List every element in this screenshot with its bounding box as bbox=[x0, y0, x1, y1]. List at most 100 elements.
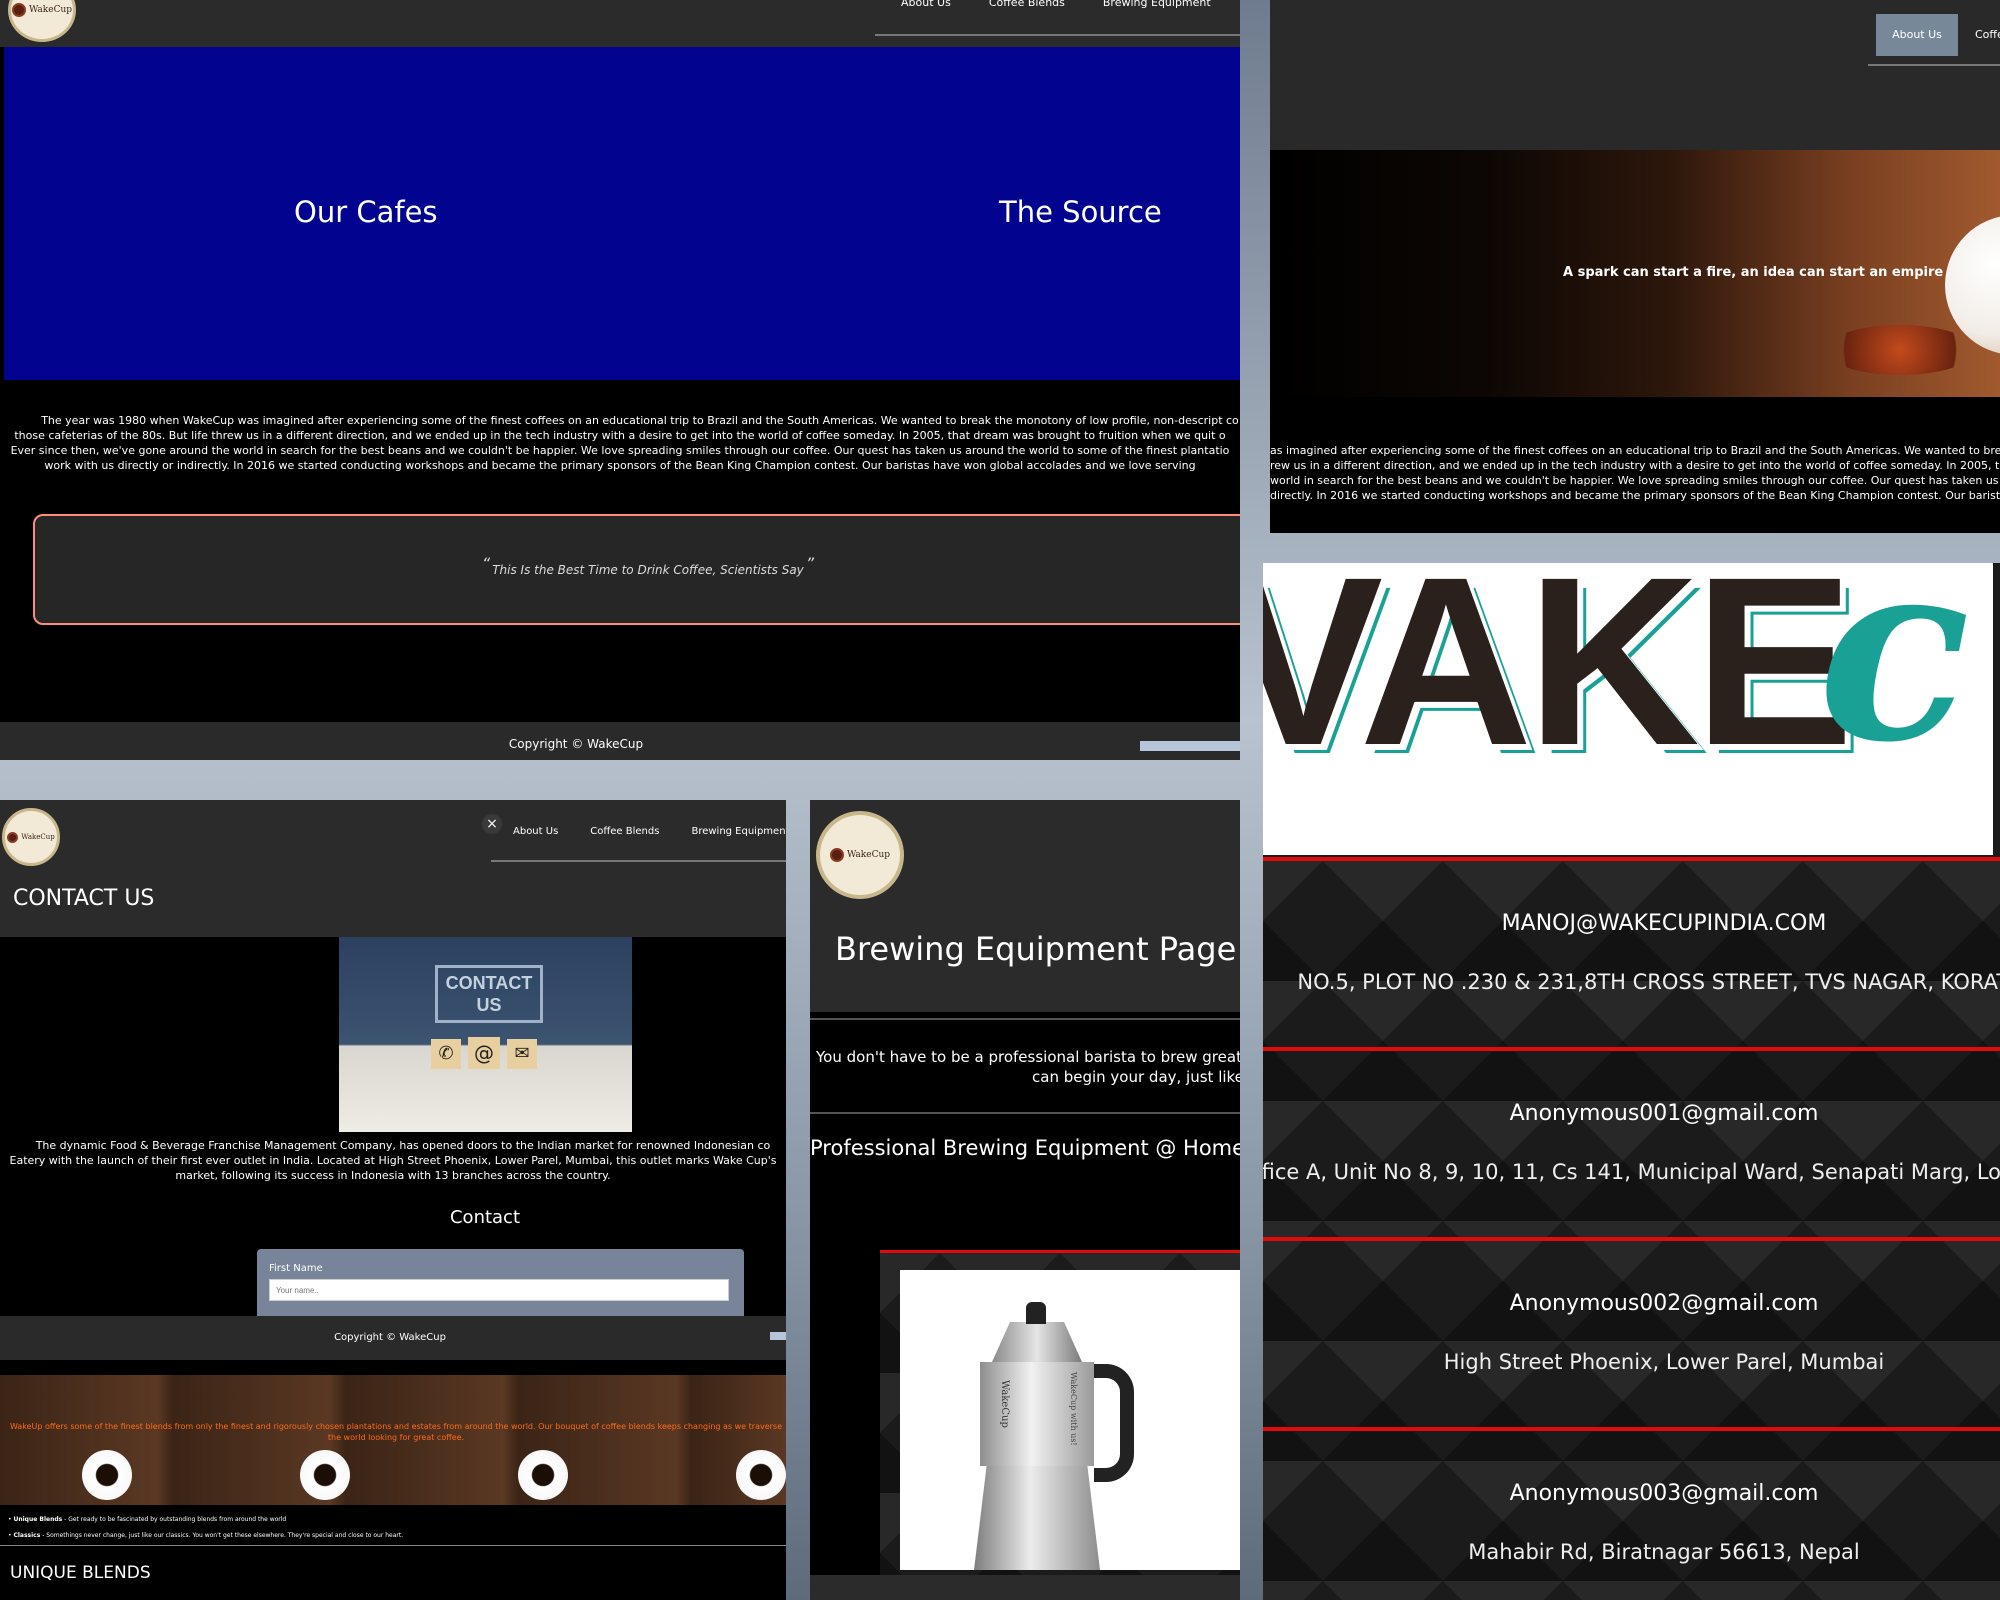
story-text: The year was 1980 when WakeCup was imagi… bbox=[0, 413, 1240, 473]
coffee-cup-icon bbox=[736, 1450, 786, 1500]
wakecup-logo[interactable]: WakeCup bbox=[816, 811, 904, 899]
quote-box: “ This Is the Best Time to Drink Coffee,… bbox=[33, 514, 1240, 625]
brand-wordmark: VAKE bbox=[1263, 563, 1854, 795]
moka-pot-knob bbox=[1026, 1302, 1046, 1324]
list-item-text: - Somethings never change, just like our… bbox=[40, 1532, 404, 1539]
footer-scroll-button[interactable] bbox=[770, 1332, 786, 1340]
intro-line: You don't have to be a professional bari… bbox=[816, 1048, 1240, 1066]
blends-banner: WakeUp offers some of the finest blends … bbox=[0, 1375, 786, 1505]
description-line: Eatery with the launch of their first ev… bbox=[9, 1154, 777, 1167]
location-card: MANOJ@WAKECUPINDIA.COM NO.5, PLOT NO .23… bbox=[1263, 857, 2000, 1043]
logo-text: WakeCup bbox=[28, 5, 73, 15]
location-card: Anonymous002@gmail.com High Street Phoen… bbox=[1263, 1237, 2000, 1423]
story-line: world in search for the best beans and w… bbox=[1270, 474, 2000, 487]
location-card: Anonymous001@gmail.com 5, Office A, Unit… bbox=[1263, 1047, 2000, 1233]
footer-scroll-button[interactable] bbox=[1140, 741, 1240, 751]
coffee-blends-panel: WakeUp offers some of the finest blends … bbox=[0, 1375, 786, 1600]
nav-about-us[interactable]: About Us bbox=[875, 0, 977, 34]
about-banner-panel: About Us Coffe A spark can start a fire,… bbox=[1270, 0, 2000, 533]
hero-coffee-banner: A spark can start a fire, an idea can st… bbox=[1270, 150, 2000, 397]
main-nav: About Us Coffee Blends Brewing Equipment bbox=[875, 0, 1240, 36]
coffee-saucer-image bbox=[1825, 325, 1975, 375]
story-line: Ever since then, we've gone around the w… bbox=[10, 444, 1230, 457]
product-brand-label: WakeCup bbox=[999, 1380, 1010, 1428]
nav-about-us-active[interactable]: About Us bbox=[1876, 14, 1958, 56]
list-item: • Unique Blends - Get ready to be fascin… bbox=[8, 1512, 786, 1528]
contact-image-text: CONTACT bbox=[445, 973, 533, 993]
intro-line: can begin your day, just like bbox=[1032, 1068, 1240, 1086]
at-sign-icon: @ bbox=[468, 1037, 500, 1069]
bottom-bar bbox=[810, 1575, 1240, 1600]
location-email[interactable]: Anonymous002@gmail.com bbox=[1510, 1291, 1819, 1316]
story-line: directly. In 2016 we started conducting … bbox=[1270, 489, 2000, 502]
list-item-name: Classics bbox=[13, 1532, 41, 1539]
coffee-bean-icon bbox=[829, 848, 844, 862]
contact-page-panel: WakeCup × About Us Coffee Blends Brewing… bbox=[0, 800, 786, 1375]
list-item-name: Unique Blends bbox=[13, 1516, 63, 1523]
location-address: Mahabir Rd, Biratnagar 56613, Nepal bbox=[1468, 1539, 1860, 1564]
description-line: market, following its success in Indones… bbox=[175, 1169, 611, 1182]
coffee-bean-icon bbox=[7, 831, 19, 843]
location-address: NO.5, PLOT NO .230 & 231,8TH CROSS STREE… bbox=[1297, 969, 2000, 994]
brewing-equipment-panel: WakeCup Brewing Equipment Page You don't… bbox=[810, 800, 1240, 1600]
page-title: CONTACT US bbox=[13, 886, 155, 911]
contact-description: The dynamic Food & Beverage Franchise Ma… bbox=[0, 1138, 786, 1183]
section-title: UNIQUE BLENDS bbox=[10, 1563, 151, 1583]
coffee-cup-icon bbox=[82, 1450, 132, 1500]
description-line: The dynamic Food & Beverage Franchise Ma… bbox=[35, 1139, 771, 1152]
location-card: Anonymous003@gmail.com Mahabir Rd, Birat… bbox=[1263, 1427, 2000, 1600]
logo-text: WakeCup bbox=[846, 850, 891, 860]
nav-coffee-blends[interactable]: Coffee Blends bbox=[977, 0, 1091, 34]
site-footer: Copyright © WakeCup bbox=[0, 1316, 786, 1360]
copyright-text: Copyright © WakeCup bbox=[508, 737, 644, 751]
site-footer: Copyright © WakeCup bbox=[0, 722, 1240, 760]
product-card[interactable]: WakeCup WakeCup with us! bbox=[900, 1270, 1240, 1570]
quote-open-mark: “ bbox=[481, 554, 491, 573]
hero-our-cafes[interactable]: Our Cafes bbox=[294, 195, 438, 229]
locations-panel: VAKE c MANOJ@WAKECUPINDIA.COM NO.5, PLOT… bbox=[1263, 563, 2000, 1600]
page-title: Brewing Equipment Page bbox=[835, 930, 1237, 968]
moka-pot-handle bbox=[1094, 1364, 1134, 1482]
list-item: • Classics - Somethings never change, ju… bbox=[8, 1528, 786, 1544]
header-divider bbox=[810, 1012, 1240, 1015]
story-text-clipped: as imagined after experiencing some of t… bbox=[1270, 443, 2000, 503]
banner-caption: A spark can start a fire, an idea can st… bbox=[1563, 265, 1944, 280]
nav-about-us[interactable]: About Us bbox=[491, 826, 590, 860]
first-name-input[interactable] bbox=[269, 1279, 729, 1301]
contact-image-heading: CONTACT US bbox=[435, 965, 543, 1023]
hero-the-source[interactable]: The Source bbox=[999, 195, 1162, 229]
header-bar bbox=[0, 800, 786, 937]
section-subtitle: Professional Brewing Equipment @ Home bbox=[810, 1136, 1240, 1160]
story-line: as imagined after experiencing some of t… bbox=[1270, 444, 2000, 457]
hero-banner: Our Cafes The Source bbox=[4, 47, 1240, 380]
nav-coffee-blends[interactable]: Coffee Blends bbox=[590, 826, 691, 860]
about-page-panel: WakeCup About Us Coffee Blends Brewing E… bbox=[0, 0, 1240, 760]
story-line: The year was 1980 when WakeCup was imagi… bbox=[41, 414, 1239, 427]
nav-underline bbox=[1868, 64, 2000, 66]
logo-text: WakeCup bbox=[21, 833, 55, 841]
copyright-text: Copyright © WakeCup bbox=[334, 1332, 446, 1343]
location-email[interactable]: Anonymous001@gmail.com bbox=[1510, 1101, 1819, 1126]
location-email[interactable]: Anonymous003@gmail.com bbox=[1510, 1481, 1819, 1506]
location-address: High Street Phoenix, Lower Parel, Mumbai bbox=[1443, 1349, 1885, 1374]
contact-form-heading: Contact bbox=[449, 1207, 521, 1228]
wakecup-logo[interactable]: WakeCup bbox=[2, 808, 60, 866]
product-tag-label: WakeCup with us! bbox=[1069, 1372, 1078, 1446]
coffee-cup-icon bbox=[300, 1450, 350, 1500]
nav-coffee-blends[interactable]: Coffe bbox=[1975, 14, 2000, 56]
moka-pot-base bbox=[974, 1466, 1100, 1570]
story-line: work with us directly or indirectly. In … bbox=[44, 459, 1196, 472]
envelope-icon: ✉ bbox=[507, 1039, 537, 1069]
location-email[interactable]: MANOJ@WAKECUPINDIA.COM bbox=[1502, 911, 1827, 936]
main-nav: About Us Coffee Blends Brewing Equipment bbox=[491, 826, 786, 862]
moka-pot-lid bbox=[992, 1322, 1082, 1362]
first-name-label: First Name bbox=[269, 1263, 323, 1274]
intro-box: You don't have to be a professional bari… bbox=[810, 1018, 1240, 1114]
contact-us-image: CONTACT US ✆ @ ✉ bbox=[339, 937, 632, 1132]
location-address: 5, Office A, Unit No 8, 9, 10, 11, Cs 14… bbox=[1263, 1159, 2000, 1184]
nav-brewing-equipment[interactable]: Brewing Equipment bbox=[691, 826, 786, 860]
contact-image-text: US bbox=[476, 995, 502, 1015]
story-line: rew us in a different direction, and we … bbox=[1270, 459, 2000, 472]
phone-icon: ✆ bbox=[431, 1039, 461, 1069]
nav-brewing-equipment[interactable]: Brewing Equipment bbox=[1091, 0, 1211, 34]
